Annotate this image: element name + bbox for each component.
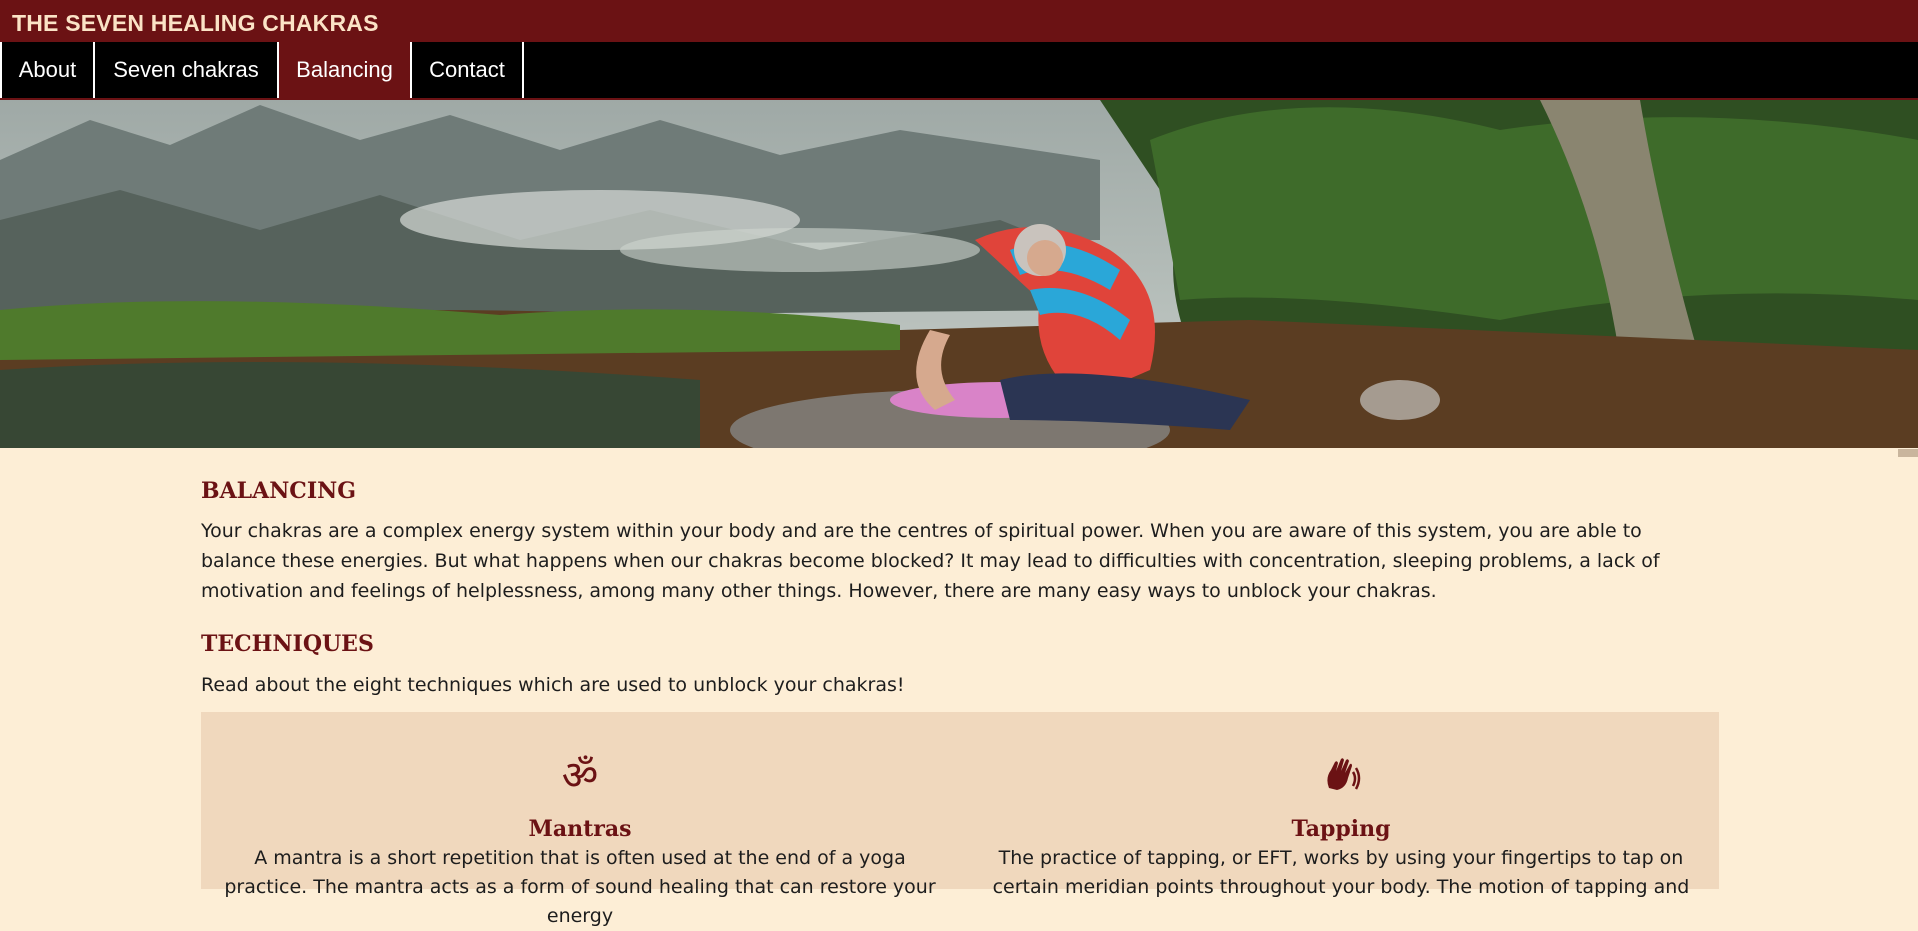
techniques-heading: TECHNIQUES: [201, 631, 374, 657]
techniques-intro: Read about the eight techniques which ar…: [201, 674, 905, 696]
main-nav: About Seven chakras Balancing Contact: [0, 42, 1918, 100]
techniques-panel: ॐ Mantras A mantra is a short repetition…: [201, 712, 1719, 927]
scrollbar-thumb[interactable]: [1898, 449, 1918, 457]
site-title[interactable]: THE SEVEN HEALING CHAKRAS: [12, 10, 379, 37]
nav-contact[interactable]: Contact: [410, 42, 524, 98]
card-text: The practice of tapping, or EFT, works b…: [992, 847, 1690, 898]
nav-balancing[interactable]: Balancing: [277, 42, 412, 98]
site-header: THE SEVEN HEALING CHAKRAS: [0, 0, 1918, 42]
hero-image: [0, 100, 1918, 448]
card-title: Mantras: [528, 816, 632, 842]
card-text: A mantra is a short repetition that is o…: [224, 847, 936, 927]
tapping-hand-icon: [1321, 754, 1361, 803]
nav-seven-chakras[interactable]: Seven chakras: [93, 42, 279, 98]
nav-about[interactable]: About: [0, 42, 95, 98]
hero-yoga-photo: [0, 100, 1918, 448]
balancing-heading: BALANCING: [201, 478, 357, 504]
balancing-text: Your chakras are a complex energy system…: [201, 520, 1660, 602]
om-icon: ॐ: [561, 753, 599, 799]
card-title: Tapping: [1291, 816, 1391, 842]
